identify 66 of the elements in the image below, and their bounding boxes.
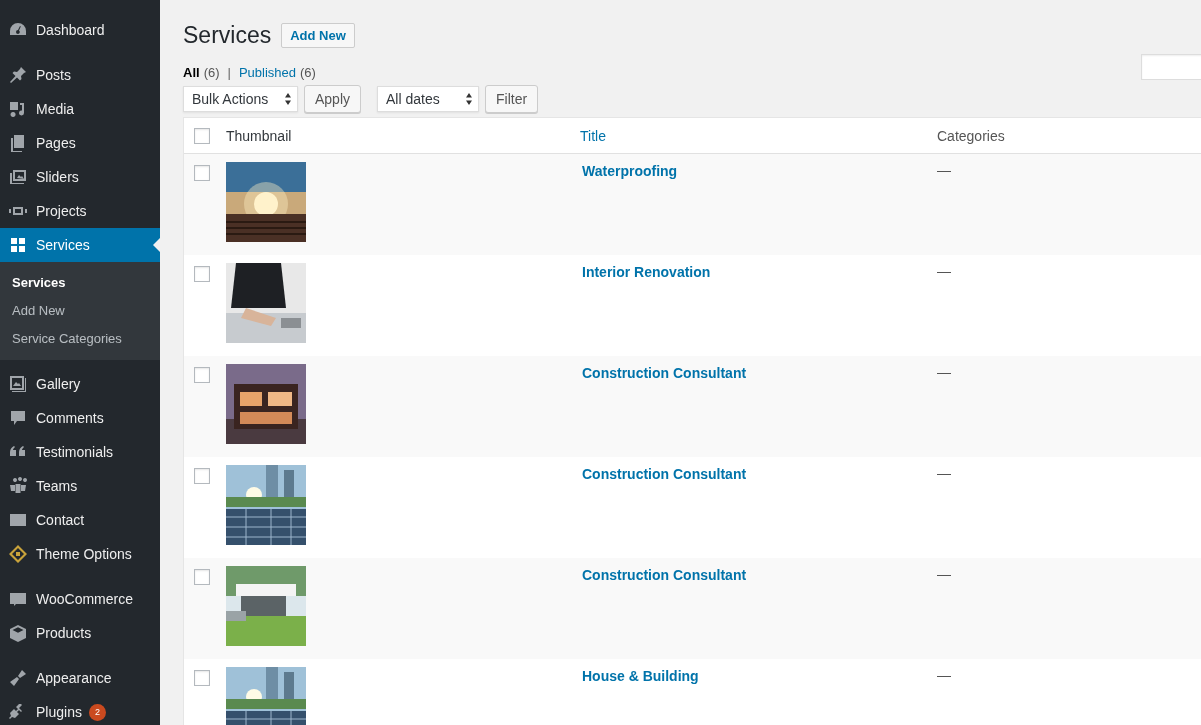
filter-count: (6) xyxy=(203,65,220,80)
menu-item[interactable]: Testimonials xyxy=(0,435,160,469)
column-header: Categories xyxy=(937,127,1005,144)
category-cell: — xyxy=(937,667,951,683)
category-cell: — xyxy=(937,162,951,178)
menu-item[interactable]: Theme Options xyxy=(0,537,160,571)
menu-item[interactable]: Services xyxy=(0,228,160,262)
separator: | xyxy=(227,65,231,80)
add-new-button[interactable]: Add New xyxy=(281,22,355,48)
select-all-checkbox[interactable] xyxy=(193,127,210,144)
menu-item[interactable]: Contact xyxy=(0,503,160,537)
pin-icon xyxy=(8,65,28,85)
menu-item[interactable]: Teams xyxy=(0,469,160,503)
update-count-badge: 2 xyxy=(88,703,106,721)
category-cell: — xyxy=(937,263,951,279)
menu-item[interactable]: Pages xyxy=(0,126,160,160)
row-checkbox[interactable] xyxy=(193,569,210,585)
title-link[interactable]: House & Building xyxy=(582,668,699,684)
row-checkbox[interactable] xyxy=(193,670,210,686)
filter-count: (6) xyxy=(300,65,316,80)
menu-item[interactable]: Gallery xyxy=(0,367,160,401)
row-checkbox[interactable] xyxy=(193,266,210,282)
title-link[interactable]: Construction Consultant xyxy=(582,466,747,482)
title-link[interactable]: Interior Renovation xyxy=(582,264,711,280)
title-link[interactable]: Waterproofing xyxy=(582,163,678,179)
people-icon xyxy=(8,476,28,496)
menu-item[interactable]: Plugins 2 xyxy=(0,695,160,725)
menu-item[interactable]: WooCommerce xyxy=(0,582,160,616)
title-link[interactable]: Construction Consultant xyxy=(582,365,747,381)
grid-icon xyxy=(8,235,28,255)
category-cell: — xyxy=(937,465,951,481)
category-cell: — xyxy=(937,364,951,380)
sortable-column-header[interactable]: Title xyxy=(580,127,606,144)
column-header: Thumbnail xyxy=(226,127,292,144)
menu-item[interactable]: Appearance xyxy=(0,661,160,695)
menu-item[interactable]: Comments xyxy=(0,401,160,435)
menu-item[interactable]: Projects xyxy=(0,194,160,228)
menu-item[interactable]: Products xyxy=(0,616,160,650)
filter-link[interactable]: Published xyxy=(238,65,296,80)
current-menu-pointer xyxy=(153,238,160,252)
row-checkbox[interactable] xyxy=(193,165,210,181)
row-checkbox[interactable] xyxy=(193,468,210,484)
diamond-icon xyxy=(8,544,28,564)
apply-button[interactable]: Apply xyxy=(304,85,362,113)
menu-item[interactable]: Media xyxy=(0,92,160,126)
images-icon xyxy=(8,167,28,187)
menu-item[interactable]: Sliders xyxy=(0,160,160,194)
box-icon xyxy=(8,623,28,643)
menu-item[interactable]: Posts xyxy=(0,58,160,92)
filter-link[interactable]: All xyxy=(183,65,200,80)
row-checkbox[interactable] xyxy=(193,367,210,383)
bulk-actions-dropdown[interactable]: Bulk Actions xyxy=(183,86,298,112)
submenu-item[interactable]: Add New xyxy=(0,297,160,325)
dropdown-arrows-icon xyxy=(285,93,291,105)
submenu-item[interactable]: Services xyxy=(0,269,160,297)
filter-button[interactable]: Filter xyxy=(485,85,539,113)
category-cell: — xyxy=(937,566,951,582)
dates-dropdown[interactable]: All dates xyxy=(377,86,480,112)
menu-item[interactable]: Dashboard xyxy=(0,13,160,47)
page-title: Services xyxy=(183,21,272,49)
gallery-icon xyxy=(8,374,28,394)
brush-icon xyxy=(8,668,28,688)
search-field[interactable] xyxy=(1141,54,1201,80)
dropdown-arrows-icon xyxy=(466,93,473,105)
title-link[interactable]: Construction Consultant xyxy=(582,567,747,583)
submenu-item[interactable]: Service Categories xyxy=(0,325,160,353)
